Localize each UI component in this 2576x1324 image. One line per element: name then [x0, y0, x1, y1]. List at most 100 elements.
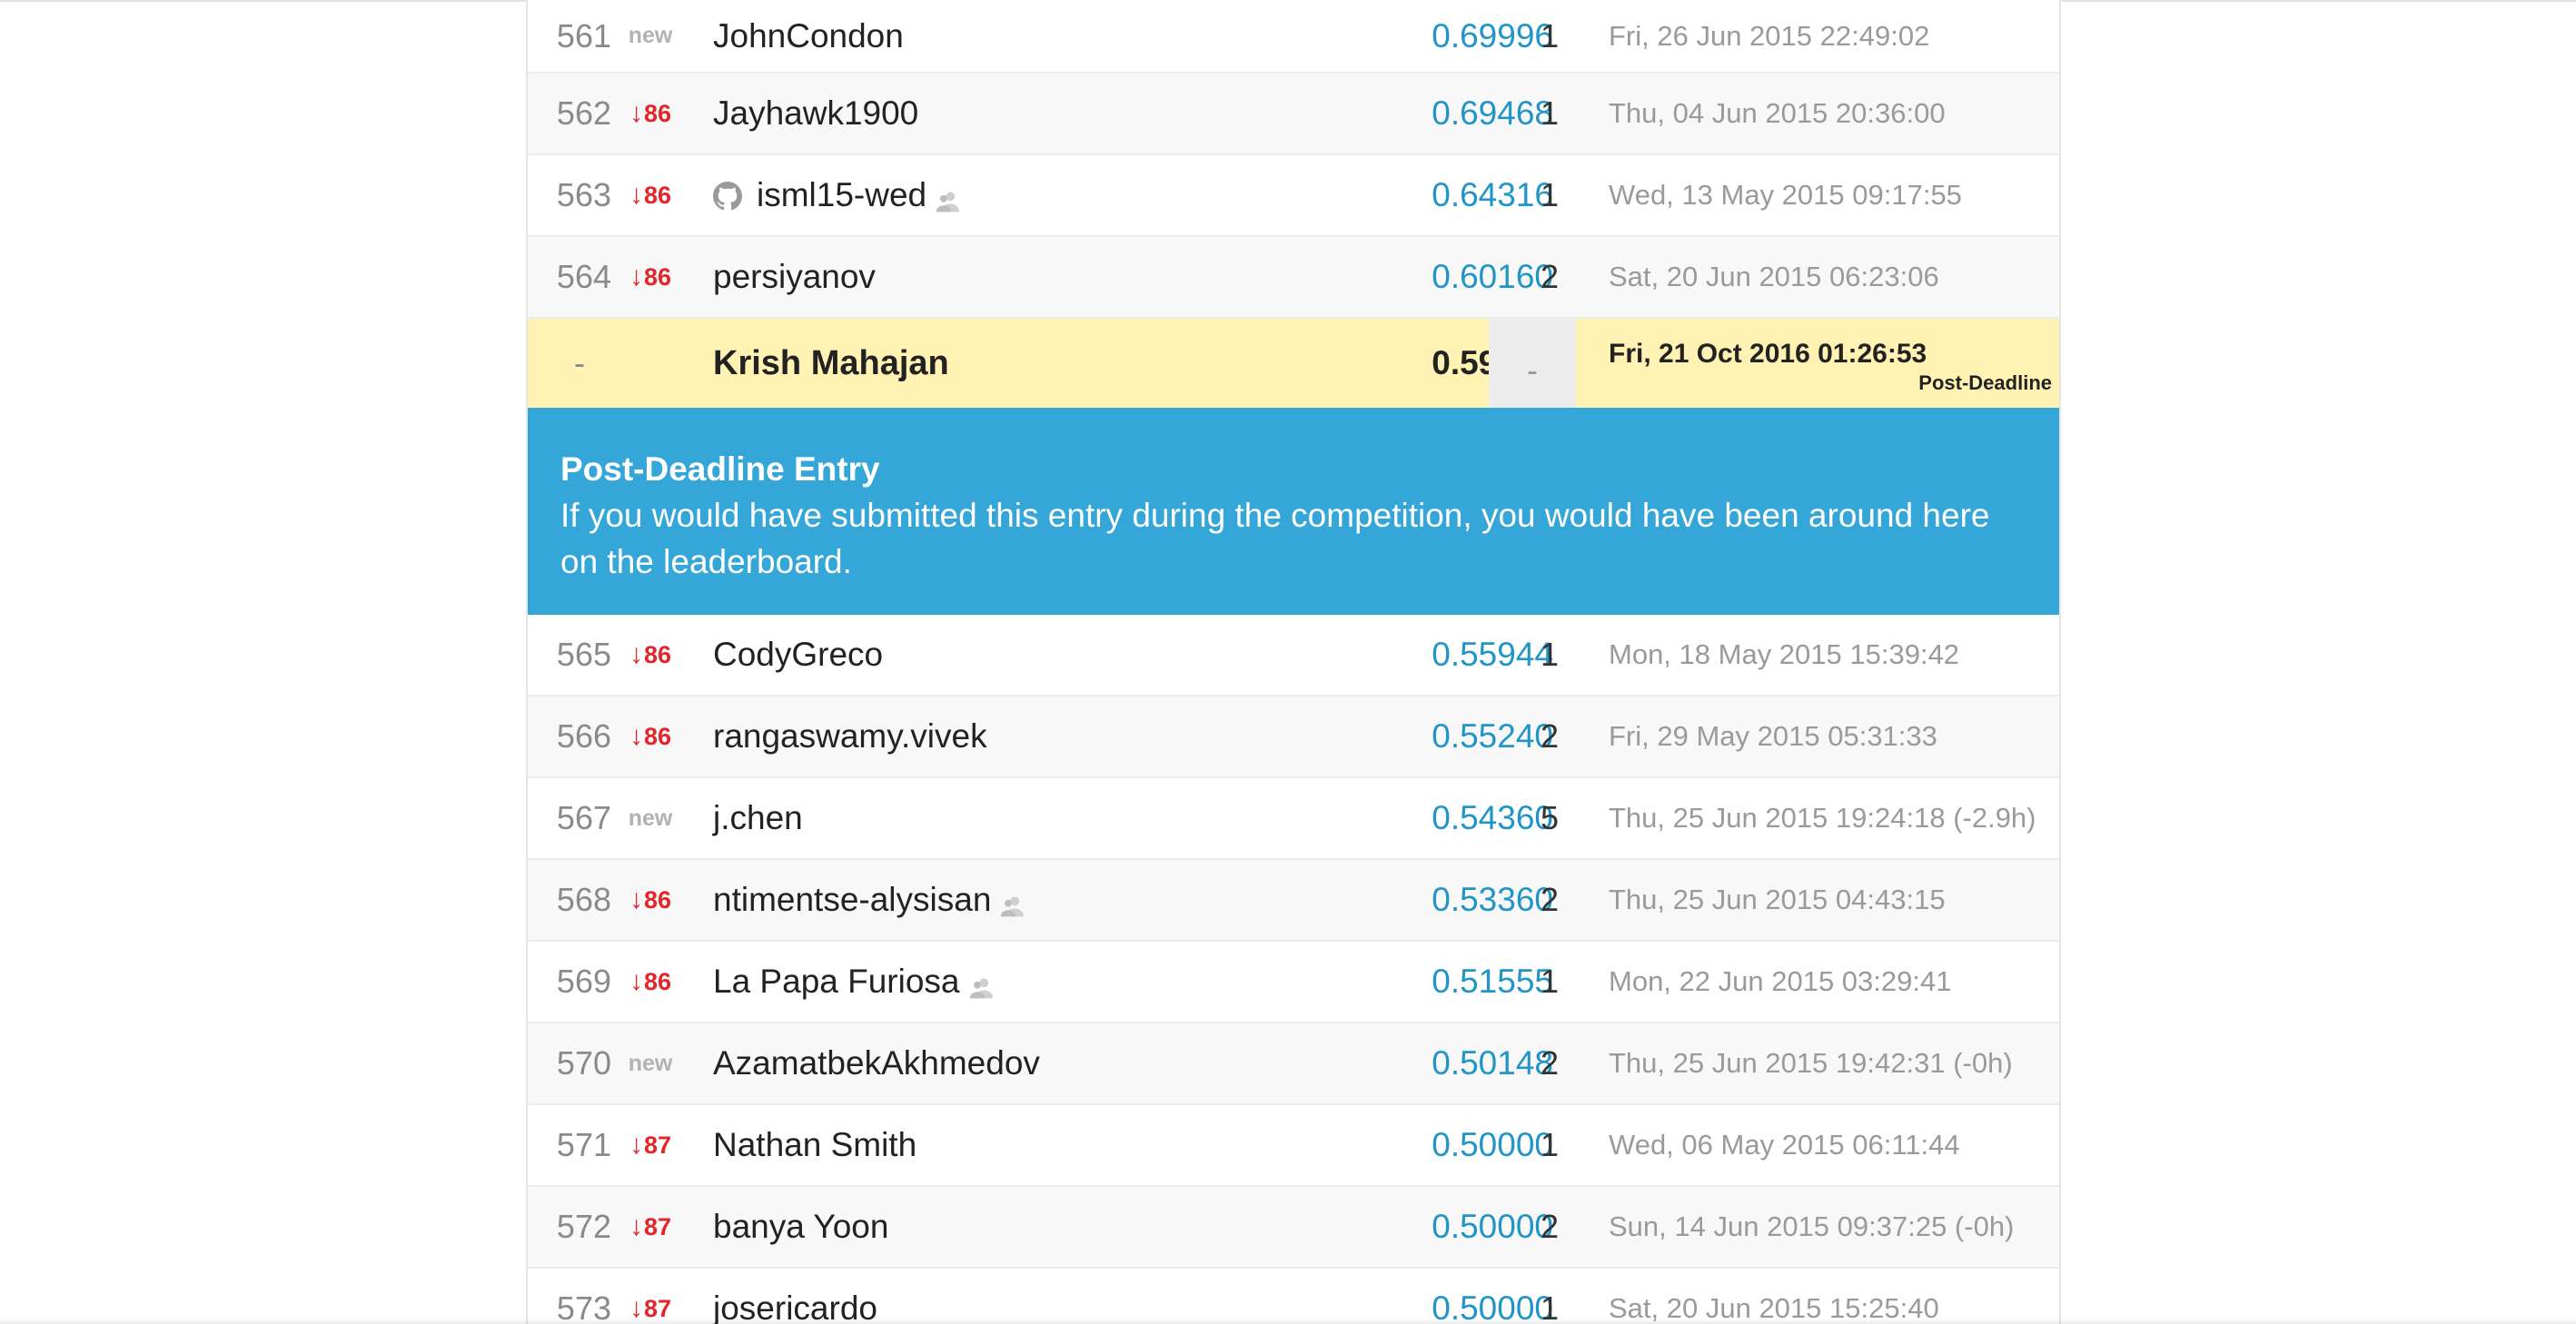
rank-change-value: new [628, 23, 673, 48]
my-entry-entries: - [1527, 351, 1538, 389]
leaderboard-rows-after: 565 ↓ 86 CodyGreco 0.55944 1 Mon, 18 May 2015 … [528, 615, 2059, 1324]
team-name-link[interactable]: j.chen [713, 799, 803, 837]
table-row: 566 ↓ 86 rangaswamy.vivek 0.55240 2 Fri, 29 Ma… [528, 697, 2059, 778]
last-submission-cell: Mon, 18 May 2015 15:39:42 [1609, 638, 1960, 670]
rank-cell: 562 [556, 94, 611, 132]
team-cell: banya Yoon [713, 1187, 1349, 1267]
team-name-link[interactable]: La Papa Furiosa [713, 963, 960, 1001]
last-submission-cell: Thu, 25 Jun 2015 04:43:15 [1609, 884, 1946, 915]
rank-cell: 563 [556, 176, 611, 213]
last-submission-cell: Sun, 14 Jun 2015 09:37:25 (-0h) [1609, 1210, 2015, 1242]
banner-text: If you would have submitted this entry d… [560, 497, 1990, 580]
table-row: 562 ↓ 86 Jayhawk1900 0.69468 1 Thu, 04 Jun 201… [528, 74, 2059, 155]
post-deadline-tag: Post-Deadline [1918, 371, 2052, 394]
rank-change-cell: ↓ 86 [617, 942, 684, 1022]
arrow-down-icon: ↓ [629, 262, 643, 291]
table-row: 569 ↓ 86 La Papa Furiosa 0.51555 1 Mon, 22 Jun… [528, 942, 2059, 1023]
table-row: 572 ↓ 87 banya Yoon 0.50000 2 Sun, 14 Jun 2015… [528, 1187, 2059, 1269]
team-name-link[interactable]: ntimentse-alysisan [713, 881, 991, 919]
rank-change-cell: ↓ 86 [617, 697, 684, 776]
team-name-link[interactable]: persiyanov [713, 258, 876, 296]
table-row: 561 new JohnCondon 0.69996 1 Fri, 26 Jun 2015… [528, 0, 2059, 74]
last-submission-cell: Thu, 25 Jun 2015 19:24:18 (-2.9h) [1609, 802, 2036, 834]
arrow-down-icon: ↓ [629, 1211, 643, 1241]
rank-cell: 573 [556, 1289, 611, 1324]
team-name-link[interactable]: Nathan Smith [713, 1126, 916, 1164]
arrow-down-icon: ↓ [629, 884, 643, 914]
team-cell: j.chen [713, 778, 1349, 858]
entries-cell: 5 [1540, 799, 1560, 836]
last-submission-cell: Thu, 25 Jun 2015 19:42:31 (-0h) [1609, 1047, 2013, 1079]
github-icon[interactable] [713, 181, 742, 211]
entries-cell: 2 [1540, 717, 1560, 755]
entries-cell: 1 [1540, 1126, 1560, 1163]
arrow-down-icon: ↓ [629, 966, 643, 996]
team-cell: persiyanov [713, 237, 1349, 317]
team-name-link[interactable]: AzamatbekAkhmedov [713, 1044, 1040, 1082]
team-cell: ntimentse-alysisan [713, 860, 1349, 940]
my-entry-last-submission-date: Fri, 21 Oct 2016 01:26:53 [1609, 339, 1927, 369]
team-name-link[interactable]: CodyGreco [713, 636, 883, 674]
team-cell: rangaswamy.vivek [713, 697, 1349, 776]
team-members-icon [969, 970, 993, 999]
last-submission-cell: Sat, 20 Jun 2015 15:25:40 [1609, 1292, 1939, 1324]
rank-cell: 567 [556, 799, 611, 836]
rank-cell: 564 [556, 258, 611, 295]
my-entry-rank: - [574, 344, 585, 381]
entries-cell: 1 [1540, 94, 1560, 132]
table-row: 564 ↓ 86 persiyanov 0.60160 2 Sat, 20 Jun 2015… [528, 237, 2059, 319]
rank-change-cell: ↓ 86 [617, 860, 684, 940]
team-name-link[interactable]: banya Yoon [713, 1208, 888, 1246]
rank-cell: 561 [556, 16, 611, 54]
arrow-down-icon: ↓ [629, 1130, 643, 1160]
entries-cell: 1 [1540, 1289, 1560, 1324]
rank-change-value: 86 [643, 99, 672, 127]
rank-change-cell: new [617, 0, 684, 72]
rank-change-value: 86 [643, 181, 672, 209]
table-row: 568 ↓ 86 ntimentse-alysisan 0.53360 2 Thu, 25 … [528, 860, 2059, 942]
team-name-link[interactable]: JohnCondon [713, 17, 904, 55]
banner-title: Post-Deadline Entry [560, 450, 880, 488]
rank-cell: 566 [556, 717, 611, 755]
rank-cell: 570 [556, 1044, 611, 1082]
table-row: 565 ↓ 86 CodyGreco 0.55944 1 Mon, 18 May 2015 … [528, 615, 2059, 697]
rank-change-value: 86 [643, 640, 672, 668]
last-submission-cell: Fri, 29 May 2015 05:31:33 [1609, 720, 1937, 752]
rank-change-value: 86 [643, 967, 672, 995]
my-entry-team-name[interactable]: Krish Mahajan [713, 319, 1349, 408]
team-cell: AzamatbekAkhmedov [713, 1023, 1349, 1103]
arrow-down-icon: ↓ [629, 180, 643, 210]
post-deadline-banner: Post-Deadline Entry If you would have su… [528, 408, 2059, 615]
rank-change-value: 87 [643, 1212, 672, 1240]
rank-change-value: new [628, 1050, 673, 1076]
team-members-icon [1000, 888, 1025, 917]
team-cell: CodyGreco [713, 615, 1349, 695]
team-name-link[interactable]: Jayhawk1900 [713, 94, 918, 133]
leaderboard-rows-before: 561 new JohnCondon 0.69996 1 Fri, 26 Jun 2015… [528, 0, 2059, 319]
rank-change-value: new [628, 805, 673, 831]
arrow-down-icon: ↓ [629, 639, 643, 669]
rank-cell: 572 [556, 1208, 611, 1245]
leaderboard-table: 561 new JohnCondon 0.69996 1 Fri, 26 Jun 2015… [526, 0, 2061, 1324]
my-entry-row: - Krish Mahajan 0.59108 - Fri, 21 Oct 20… [528, 319, 2059, 408]
entries-cell: 2 [1540, 881, 1560, 918]
last-submission-cell: Thu, 04 Jun 2015 20:36:00 [1609, 97, 1946, 129]
team-cell: Nathan Smith [713, 1105, 1349, 1185]
rank-change-value: 86 [643, 262, 672, 291]
rank-change-cell: ↓ 87 [617, 1269, 684, 1324]
team-name-link[interactable]: rangaswamy.vivek [713, 717, 987, 756]
rank-change-cell: ↓ 86 [617, 615, 684, 695]
rank-change-value: 87 [643, 1131, 672, 1159]
entries-cell: 1 [1540, 16, 1560, 54]
last-submission-cell: Sat, 20 Jun 2015 06:23:06 [1609, 261, 1939, 292]
last-submission-cell: Wed, 06 May 2015 06:11:44 [1609, 1129, 1960, 1161]
rank-cell: 569 [556, 963, 611, 1000]
table-row: 567 new j.chen 0.54360 5 Thu, 25 Jun 2015 19:… [528, 778, 2059, 860]
bottom-shadow [0, 1319, 2576, 1324]
rank-cell: 568 [556, 881, 611, 918]
rank-change-cell: ↓ 87 [617, 1187, 684, 1267]
table-row: 570 new AzamatbekAkhmedov 0.50148 2 Thu, 25 J… [528, 1023, 2059, 1105]
team-cell: josericardo [713, 1269, 1349, 1324]
team-name-link[interactable]: isml15-wed [757, 176, 926, 214]
entries-cell: 1 [1540, 963, 1560, 1000]
